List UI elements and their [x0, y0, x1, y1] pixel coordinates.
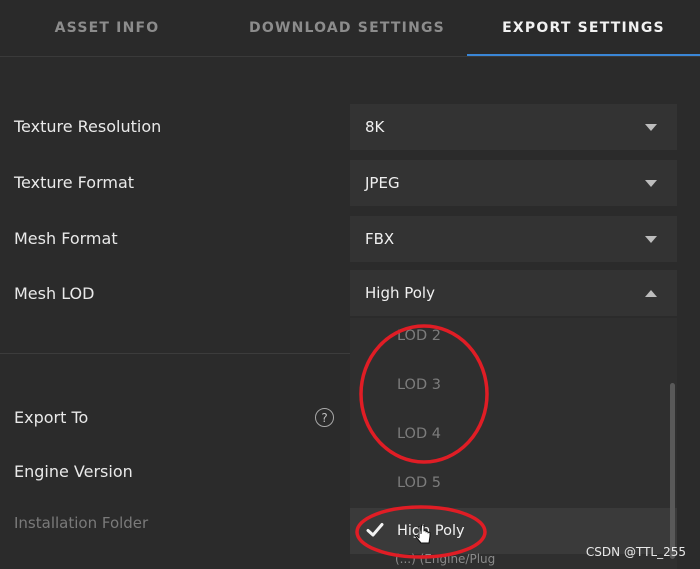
tab-export-settings[interactable]: EXPORT SETTINGS: [467, 0, 700, 56]
mesh-lod-label: Mesh LOD: [14, 284, 95, 303]
help-icon[interactable]: ?: [315, 408, 334, 427]
mesh-format-select[interactable]: FBX: [350, 216, 677, 262]
mesh-format-label: Mesh Format: [14, 229, 118, 248]
tab-bar-divider: [0, 56, 700, 57]
tab-bar: ASSET INFO DOWNLOAD SETTINGS EXPORT SETT…: [0, 0, 700, 57]
checkmark-icon: [366, 523, 384, 537]
chevron-down-icon: [645, 236, 657, 243]
tab-download-settings-label: DOWNLOAD SETTINGS: [249, 20, 445, 36]
chevron-up-icon: [645, 290, 657, 297]
lod-option-label: LOD 4: [397, 426, 441, 442]
tab-download-settings[interactable]: DOWNLOAD SETTINGS: [214, 0, 480, 56]
partial-text: (...) (Engine/Plug: [395, 552, 496, 566]
watermark: CSDN @TTL_255: [585, 545, 686, 559]
lod-option[interactable]: LOD 5: [350, 460, 677, 506]
lod-option-label: LOD 3: [397, 377, 441, 393]
texture-resolution-select[interactable]: 8K: [350, 104, 677, 150]
lod-option-label: High Poly: [397, 523, 465, 539]
chevron-down-icon: [645, 124, 657, 131]
texture-format-label: Texture Format: [14, 173, 135, 192]
tab-asset-info[interactable]: ASSET INFO: [0, 0, 214, 56]
engine-version-label: Engine Version: [14, 462, 133, 481]
mesh-lod-value: High Poly: [365, 284, 435, 302]
lod-option[interactable]: LOD 3: [350, 362, 677, 408]
texture-format-select[interactable]: JPEG: [350, 160, 677, 206]
export-to-label: Export To: [14, 408, 89, 427]
section-divider: [0, 353, 350, 354]
chevron-down-icon: [645, 180, 657, 187]
lod-option-label: LOD 2: [397, 328, 441, 344]
lod-option-label: LOD 5: [397, 475, 441, 491]
tab-export-settings-label: EXPORT SETTINGS: [502, 20, 665, 36]
installation-folder-label: Installation Folder: [14, 514, 149, 532]
lod-option[interactable]: LOD 2: [350, 318, 677, 359]
texture-format-value: JPEG: [365, 174, 400, 192]
texture-resolution-label: Texture Resolution: [14, 117, 162, 136]
lod-option[interactable]: LOD 4: [350, 411, 677, 457]
mesh-format-value: FBX: [365, 230, 395, 248]
mesh-lod-select[interactable]: High Poly: [350, 270, 677, 316]
tab-asset-info-label: ASSET INFO: [54, 20, 160, 36]
dropdown-scrollbar[interactable]: [670, 383, 675, 559]
texture-resolution-value: 8K: [365, 118, 385, 136]
mesh-lod-dropdown[interactable]: LOD 2 LOD 3 LOD 4 LOD 5 High Poly: [350, 318, 677, 569]
